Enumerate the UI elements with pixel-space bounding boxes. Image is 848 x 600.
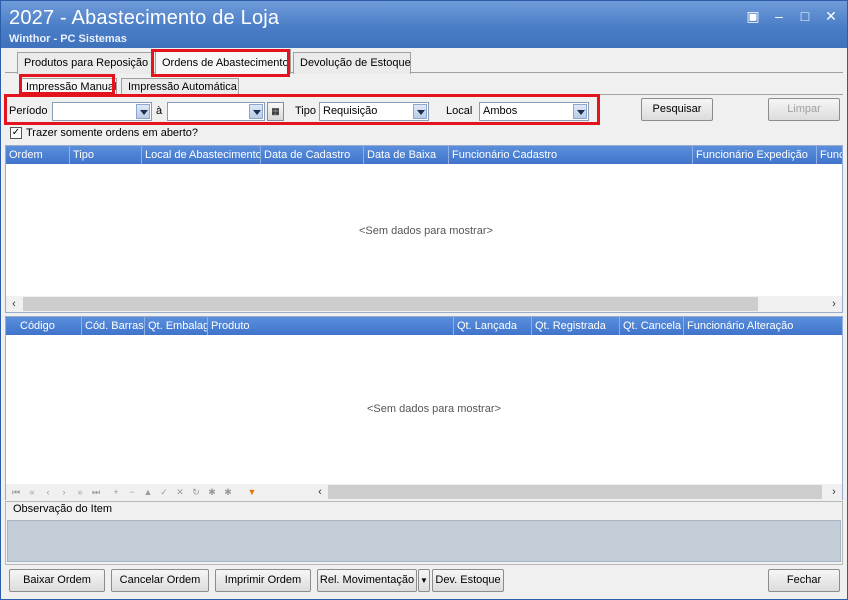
app-window: 2027 - Abastecimento de Loja Winthor - P… <box>0 0 848 600</box>
col-qt-embalagem[interactable]: Qt. Embalag <box>145 317 208 335</box>
col-funcionario-cadastro[interactable]: Funcionário Cadastro <box>449 146 693 164</box>
periodo-to-field[interactable] <box>167 102 265 121</box>
tab-impressao-manual[interactable]: Impressão Manual <box>19 78 117 95</box>
rel-movimentacao-dropdown-icon[interactable]: ▼ <box>418 569 430 592</box>
main-tabs: Produtos para Reposição Ordens de Abaste… <box>5 49 843 74</box>
local-label: Local <box>446 105 473 117</box>
orders-grid: Ordem Tipo Local de Abastecimento Data d… <box>5 145 843 313</box>
col-codigo[interactable]: Código <box>6 317 82 335</box>
rel-movimentacao-button[interactable]: Rel. Movimentação <box>317 569 417 592</box>
col-qt-lancada[interactable]: Qt. Lançada <box>454 317 532 335</box>
edit-icon[interactable]: ▲ <box>142 486 154 498</box>
chevron-down-icon[interactable] <box>249 104 263 119</box>
prev-page-icon[interactable]: « <box>26 486 38 498</box>
minimize-icon[interactable]: – <box>769 7 789 25</box>
next-page-icon[interactable]: » <box>74 486 86 498</box>
observacao-label: Observação do Item <box>13 503 113 515</box>
observacao-field[interactable] <box>7 520 841 562</box>
baixar-ordem-button[interactable]: Baixar Ordem <box>9 569 105 592</box>
orders-hscroll[interactable]: ‹ › <box>6 296 842 312</box>
local-select[interactable]: Ambos <box>479 102 589 121</box>
cancel-icon[interactable]: ✕ <box>174 486 186 498</box>
ordens-abertas-checkbox[interactable]: ✓ <box>10 127 22 139</box>
refresh-icon[interactable]: ↻ <box>190 486 202 498</box>
scroll-left-icon[interactable]: ‹ <box>312 484 328 500</box>
last-record-icon[interactable]: ⏭ <box>90 486 102 498</box>
local-value: Ambos <box>483 105 518 117</box>
close-icon[interactable]: ✕ <box>821 7 841 25</box>
cancelar-ordem-button[interactable]: Cancelar Ordem <box>111 569 209 592</box>
items-nav-bar: ⏮ « ‹ › » ⏭ + − ▲ ✓ ✕ ↻ ✱ ✱ ▼ ‹ › <box>6 484 842 500</box>
tab-devolucao-estoque[interactable]: Devolução de Estoque <box>293 52 411 74</box>
delete-icon[interactable]: − <box>126 486 138 498</box>
scroll-thumb[interactable] <box>23 297 758 311</box>
scroll-thumb[interactable] <box>328 485 822 499</box>
col-data-baixa[interactable]: Data de Baixa <box>364 146 449 164</box>
filter-icon[interactable]: ▼ <box>246 486 258 498</box>
post-icon[interactable]: ✓ <box>158 486 170 498</box>
items-empty-message: <Sem dados para mostrar> <box>367 403 501 415</box>
tab-ordens-abastecimento[interactable]: Ordens de Abastecimento <box>155 49 291 74</box>
col-cod-barras[interactable]: Cód. Barras <box>82 317 145 335</box>
tab-impressao-automatica[interactable]: Impressão Automática <box>121 78 239 95</box>
title-bar: 2027 - Abastecimento de Loja Winthor - P… <box>1 1 847 48</box>
col-funcionario-alteracao[interactable]: Funcionário Alteração <box>684 317 843 335</box>
items-grid: Código Cód. Barras Qt. Embalag Produto Q… <box>5 316 843 500</box>
bookmark-icon[interactable]: ✱ <box>206 486 218 498</box>
limpar-button[interactable]: Limpar <box>768 98 840 121</box>
first-record-icon[interactable]: ⏮ <box>10 486 22 498</box>
dev-estoque-button[interactable]: Dev. Estoque <box>432 569 504 592</box>
items-grid-header: Código Cód. Barras Qt. Embalag Produto Q… <box>6 317 843 335</box>
insert-icon[interactable]: + <box>110 486 122 498</box>
col-produto[interactable]: Produto <box>208 317 454 335</box>
scroll-left-icon[interactable]: ‹ <box>6 296 22 312</box>
orders-grid-header: Ordem Tipo Local de Abastecimento Data d… <box>6 146 843 164</box>
periodo-label: Período <box>9 105 48 117</box>
prev-record-icon[interactable]: ‹ <box>42 486 54 498</box>
sub-tabs: Impressão Manual Impressão Automática <box>5 76 843 95</box>
tab-produtos-reposicao[interactable]: Produtos para Reposição <box>17 52 153 74</box>
col-funcionario-expedicao[interactable]: Funcionário Expedição <box>693 146 817 164</box>
window-controls: ▣ – □ ✕ <box>743 7 841 25</box>
maximize-icon[interactable]: □ <box>795 7 815 25</box>
col-ordem[interactable]: Ordem <box>6 146 70 164</box>
col-data-cadastro[interactable]: Data de Cadastro <box>261 146 364 164</box>
tipo-value: Requisição <box>323 105 378 117</box>
col-func[interactable]: Func <box>817 146 843 164</box>
ordens-abertas-label: Trazer somente ordens em aberto? <box>26 127 199 139</box>
orders-empty-message: <Sem dados para mostrar> <box>359 225 493 237</box>
col-local-abastecimento[interactable]: Local de Abastecimento <box>142 146 261 164</box>
imprimir-ordem-button[interactable]: Imprimir Ordem <box>215 569 311 592</box>
chevron-down-icon[interactable] <box>136 104 150 119</box>
window-subtitle: Winthor - PC Sistemas <box>9 33 127 45</box>
col-qt-cancelada[interactable]: Qt. Cancela <box>620 317 684 335</box>
chevron-down-icon[interactable] <box>413 104 427 119</box>
scroll-right-icon[interactable]: › <box>826 484 842 500</box>
scroll-right-icon[interactable]: › <box>826 296 842 312</box>
tipo-select[interactable]: Requisição <box>319 102 429 121</box>
goto-bookmark-icon[interactable]: ✱ <box>222 486 234 498</box>
col-qt-registrada[interactable]: Qt. Registrada <box>532 317 620 335</box>
tipo-label: Tipo <box>295 105 316 117</box>
chevron-down-icon[interactable] <box>573 104 587 119</box>
col-tipo[interactable]: Tipo <box>70 146 142 164</box>
calendar-icon[interactable]: ▦ <box>267 102 284 121</box>
periodo-from-field[interactable] <box>52 102 152 121</box>
window-title: 2027 - Abastecimento de Loja <box>9 7 280 29</box>
restore-icon[interactable]: ▣ <box>743 7 763 25</box>
a-label: à <box>156 105 163 117</box>
pesquisar-button[interactable]: Pesquisar <box>641 98 713 121</box>
next-record-icon[interactable]: › <box>58 486 70 498</box>
fechar-button[interactable]: Fechar <box>768 569 840 592</box>
